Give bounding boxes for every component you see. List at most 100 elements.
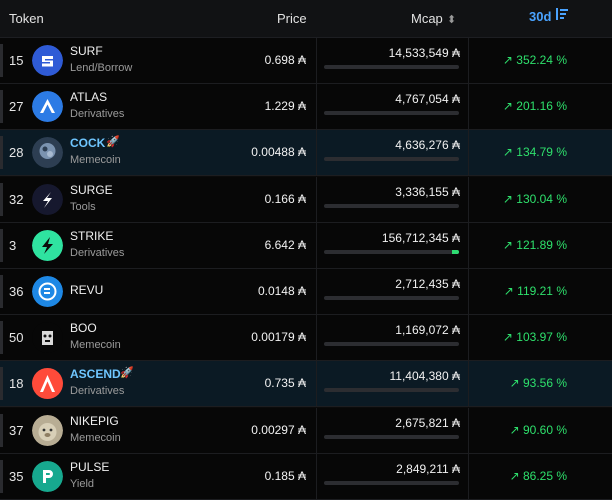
column-header-token[interactable]: Token xyxy=(9,11,44,26)
table-row[interactable]: 35 PULSE Yield 0.185 ₳ 2,849,211 ₳ ↗ 86.25 % xyxy=(0,453,612,500)
token-category: Yield xyxy=(70,477,95,490)
token-rank: 28 xyxy=(9,145,24,161)
token-mcap: 1,169,072 ₳ xyxy=(395,323,460,338)
table-row[interactable]: 50 BOO Memecoin 0.00179 ₳ 1,169,072 ₳ ↗ 103.9… xyxy=(0,315,612,362)
token-change-30d: ↗ 130.04 % xyxy=(502,191,567,206)
token-mcap: 4,767,054 ₳ xyxy=(395,92,460,107)
row-indicator xyxy=(0,44,3,77)
column-header-price[interactable]: Price xyxy=(277,11,307,26)
token-change-30d: ↗ 201.16 % xyxy=(502,99,567,114)
token-category: Derivatives xyxy=(70,108,125,121)
column-divider xyxy=(316,176,317,222)
strike-logo-icon xyxy=(32,229,63,261)
column-header-mcap[interactable]: Mcap xyxy=(411,11,443,26)
row-indicator xyxy=(0,367,3,401)
token-price: 0.185 ₳ xyxy=(264,468,306,483)
token-table: Token Price Mcap ⬍ 30d 15 SURF Lend/Borrow… xyxy=(0,0,612,500)
row-indicator xyxy=(0,136,3,170)
token-rank: 27 xyxy=(9,99,24,115)
token-name[interactable]: SURGE xyxy=(70,183,113,197)
column-divider xyxy=(316,222,317,268)
sort-toggle-icon[interactable]: ⬍ xyxy=(447,13,456,26)
token-price: 0.166 ₳ xyxy=(264,191,306,206)
token-mcap: 2,675,821 ₳ xyxy=(395,415,460,430)
table-row[interactable]: 28 COCK 🚀 Memecoin 0.00488 ₳ 4,636,276 ₳ ↗ 134… xyxy=(0,130,612,177)
table-row[interactable]: 32 SURGE Tools 0.166 ₳ 3,336,155 ₳ ↗ 130.04 % xyxy=(0,176,612,223)
token-name[interactable]: COCK xyxy=(70,136,105,150)
mcap-share-bar xyxy=(324,388,459,393)
token-price: 0.735 ₳ xyxy=(264,376,306,391)
token-change-30d: ↗ 93.56 % xyxy=(509,376,567,391)
token-name[interactable]: ASCEND xyxy=(70,367,121,381)
token-change-30d: ↗ 90.60 % xyxy=(509,422,567,437)
token-name[interactable]: REVU xyxy=(70,283,103,297)
table-row[interactable]: 37 NIKEPIG Memecoin 0.00297 ₳ 2,675,821 ₳ ↗ 9… xyxy=(0,407,612,454)
mcap-share-bar xyxy=(324,480,459,485)
column-divider xyxy=(316,453,317,499)
row-indicator xyxy=(0,459,3,493)
column-divider xyxy=(468,84,469,130)
token-rank: 50 xyxy=(9,330,24,346)
token-rank: 18 xyxy=(9,376,24,392)
token-name[interactable]: NIKEPIG xyxy=(70,414,119,428)
token-name[interactable]: ATLAS xyxy=(70,90,107,104)
column-divider xyxy=(468,38,469,83)
token-rank: 36 xyxy=(9,284,24,299)
token-mcap: 156,712,345 ₳ xyxy=(381,230,460,245)
token-rank: 15 xyxy=(9,53,24,68)
mcap-share-bar xyxy=(324,157,459,162)
token-name[interactable]: PULSE xyxy=(70,460,109,474)
token-price: 0.00297 ₳ xyxy=(251,422,306,437)
token-mcap: 11,404,380 ₳ xyxy=(389,369,460,384)
column-divider xyxy=(316,361,317,407)
token-mcap: 3,336,155 ₳ xyxy=(395,184,460,199)
token-price: 0.0148 ₳ xyxy=(257,284,306,298)
table-header: Token Price Mcap ⬍ 30d xyxy=(0,0,612,38)
mcap-share-bar xyxy=(324,249,459,254)
column-divider xyxy=(316,407,317,453)
token-category: Derivatives xyxy=(70,385,125,398)
pulse-logo-icon xyxy=(32,460,63,492)
mcap-share-bar xyxy=(324,434,459,439)
mcap-share-bar-fill xyxy=(452,249,459,254)
token-category: Lend/Borrow xyxy=(70,62,133,74)
column-divider xyxy=(468,176,469,222)
nikepig-logo-icon xyxy=(32,414,63,446)
column-divider xyxy=(468,222,469,268)
sort-descending-icon[interactable] xyxy=(555,7,569,24)
token-name[interactable]: SURF xyxy=(70,44,103,58)
token-name[interactable]: STRIKE xyxy=(70,229,113,243)
column-divider xyxy=(316,269,317,314)
token-rank: 37 xyxy=(9,422,24,438)
mcap-share-bar xyxy=(324,65,459,69)
table-row[interactable]: 15 SURF Lend/Borrow 0.698 ₳ 14,533,549 ₳ ↗ 35… xyxy=(0,38,612,84)
token-category: Derivatives xyxy=(70,246,125,259)
mcap-share-bar xyxy=(324,296,459,300)
column-divider xyxy=(468,315,469,361)
table-row[interactable]: 27 ATLAS Derivatives 1.229 ₳ 4,767,054 ₳ ↗ 20… xyxy=(0,84,612,131)
cock-logo-icon xyxy=(32,137,63,169)
column-divider xyxy=(316,84,317,130)
token-change-30d: ↗ 119.21 % xyxy=(503,284,567,298)
token-rank: 32 xyxy=(9,191,24,207)
table-row[interactable]: 18 ASCEND 🚀 Derivatives 0.735 ₳ 11,404,380 ₳ ↗… xyxy=(0,361,612,408)
row-indicator xyxy=(0,90,3,124)
token-price: 0.00488 ₳ xyxy=(251,145,306,160)
row-indicator xyxy=(0,228,3,262)
token-change-30d: ↗ 352.24 % xyxy=(502,53,567,67)
token-mcap: 2,712,435 ₳ xyxy=(395,277,460,291)
token-category: Memecoin xyxy=(70,431,121,444)
row-indicator xyxy=(0,275,3,308)
row-indicator xyxy=(0,182,3,216)
token-price: 0.698 ₳ xyxy=(264,53,306,67)
column-divider xyxy=(468,269,469,314)
table-row[interactable]: 3 STRIKE Derivatives 6.642 ₳ 156,712,345 ₳ ↗ … xyxy=(0,222,612,269)
column-header-30d[interactable]: 30d xyxy=(529,9,551,24)
token-name[interactable]: BOO xyxy=(70,321,97,335)
column-divider xyxy=(468,130,469,176)
atlas-logo-icon xyxy=(32,91,63,123)
token-change-30d: ↗ 86.25 % xyxy=(509,468,567,483)
row-indicator xyxy=(0,321,3,355)
table-row[interactable]: 36 REVU 0.0148 ₳ 2,712,435 ₳ ↗ 119.21 % xyxy=(0,269,612,315)
token-rank: 35 xyxy=(9,468,24,484)
